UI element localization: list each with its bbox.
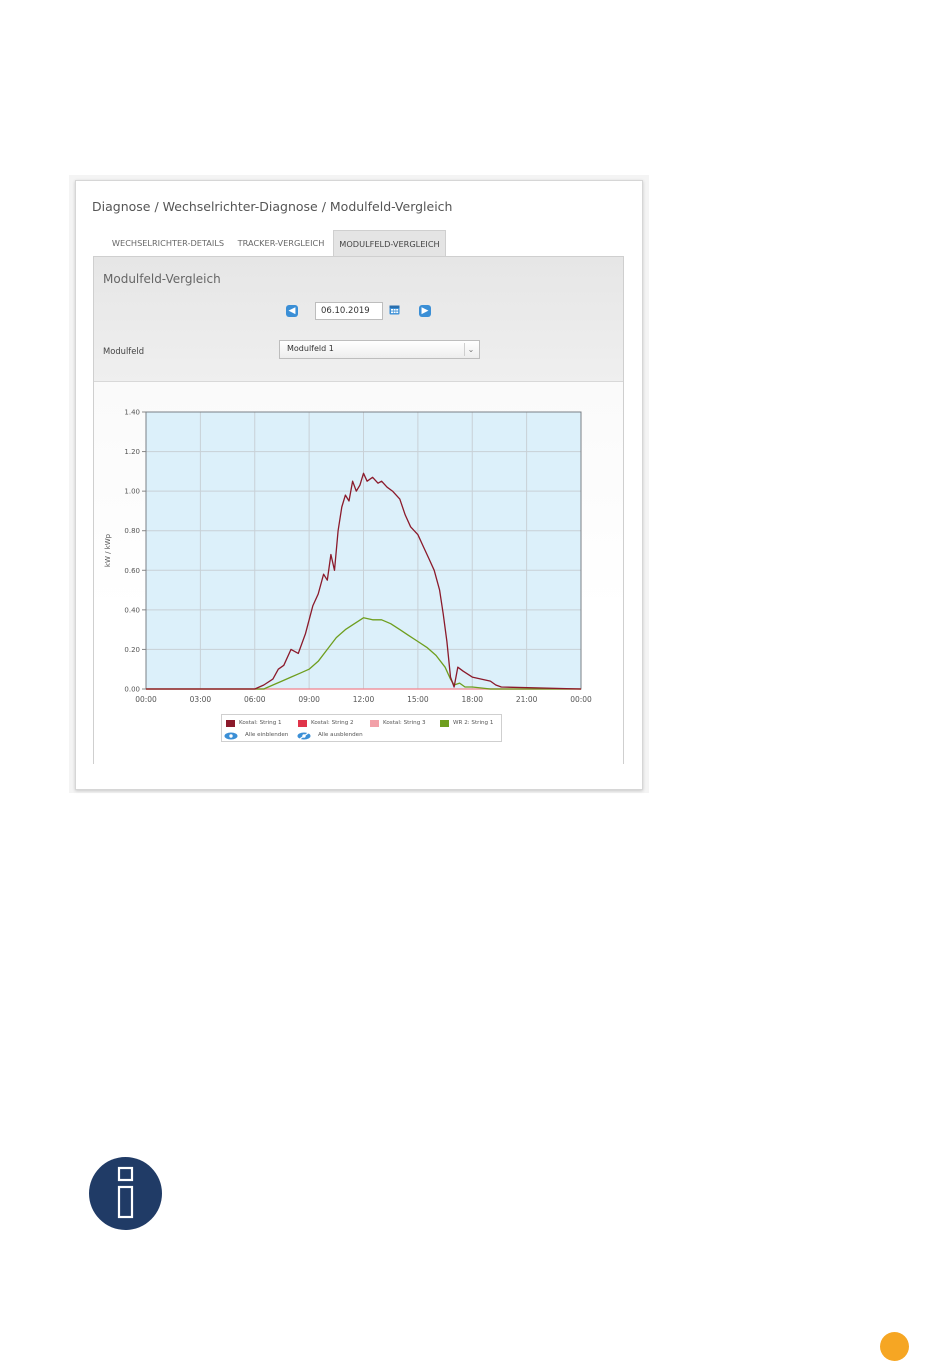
filter-header: Modulfeld-Vergleich ◀ ▶ — [94, 257, 623, 382]
line-chart: 00:00 03:00 06:00 09:00 12:00 15:00 18:00 21:00… — [104, 409, 592, 705]
x-tick-label: 21:00 — [516, 695, 538, 704]
y-tick-label: 1.40 — [124, 409, 140, 417]
legend-swatch — [440, 720, 449, 727]
legend-label: Kostal: String 1 — [239, 720, 282, 726]
main-panel: Diagnose / Wechselrichter-Diagnose / Mod… — [75, 180, 643, 790]
chevron-left-icon: ◀ — [288, 306, 296, 316]
legend-swatch — [298, 720, 307, 727]
show-all-label: Alle einblenden — [245, 732, 289, 738]
modulfeld-select[interactable]: Modulfeld 1 ⌄ — [279, 340, 480, 359]
chart-area: 00:00 03:00 06:00 09:00 12:00 15:00 18:00 21:00… — [94, 382, 623, 764]
info-glyph — [117, 1166, 134, 1219]
x-tick-label: 00:00 — [135, 695, 157, 704]
y-tick-label: 0.40 — [124, 606, 140, 614]
hide-all-label: Alle ausblenden — [318, 732, 363, 738]
section-title: Modulfeld-Vergleich — [103, 272, 221, 286]
modulfeld-label: Modulfeld — [103, 346, 145, 356]
chevron-down-icon: ⌄ — [464, 343, 477, 356]
breadcrumb: Diagnose / Wechselrichter-Diagnose / Mod… — [92, 199, 453, 214]
legend-swatch — [226, 720, 235, 727]
chevron-right-icon: ▶ — [421, 306, 429, 316]
next-day-button[interactable]: ▶ — [419, 305, 431, 317]
x-tick-label: 09:00 — [298, 695, 320, 704]
y-tick-label: 1.00 — [124, 488, 140, 496]
app-screenshot: Diagnose / Wechselrichter-Diagnose / Mod… — [69, 175, 649, 793]
chart-legend: Kostal: String 1 Kostal: String 2 Kostal… — [221, 714, 502, 742]
calendar-icon[interactable] — [389, 304, 400, 315]
legend-label: Kostal: String 2 — [311, 720, 354, 726]
page-marker — [880, 1332, 909, 1361]
x-tick-label: 15:00 — [407, 695, 429, 704]
y-tick-label: 1.20 — [124, 448, 140, 456]
legend-swatch — [370, 720, 379, 727]
y-tick-label: 0.00 — [124, 686, 140, 694]
y-axis-label: kW / kWp — [104, 533, 112, 567]
y-tick-label: 0.20 — [124, 646, 140, 654]
x-tick-label: 18:00 — [461, 695, 483, 704]
y-tick-label: 0.80 — [124, 527, 140, 535]
x-tick-label: 03:00 — [190, 695, 212, 704]
legend-label: Kostal: String 3 — [383, 720, 426, 726]
y-tick-label: 0.60 — [124, 567, 140, 575]
x-tick-label: 12:00 — [353, 695, 375, 704]
modulfeld-select-value: Modulfeld 1 — [287, 344, 334, 353]
date-input[interactable] — [315, 302, 383, 320]
x-tick-label: 06:00 — [244, 695, 266, 704]
eye-icon — [224, 732, 238, 740]
tab-tracker-vergleich[interactable]: TRACKER-VERGLEICH — [233, 230, 329, 256]
tab-modulfeld-vergleich[interactable]: MODULFELD-VERGLEICH — [333, 230, 446, 256]
prev-day-button[interactable]: ◀ — [286, 305, 298, 317]
legend-label: WR 2: String 1 — [453, 720, 494, 726]
tab-wechselrichter-details[interactable]: WECHSELRICHTER-DETAILS — [109, 230, 227, 256]
content-box: Modulfeld-Vergleich ◀ ▶ — [93, 256, 624, 764]
x-tick-label: 00:00 — [570, 695, 592, 704]
eye-slash-icon — [297, 732, 311, 740]
info-icon — [89, 1157, 162, 1230]
